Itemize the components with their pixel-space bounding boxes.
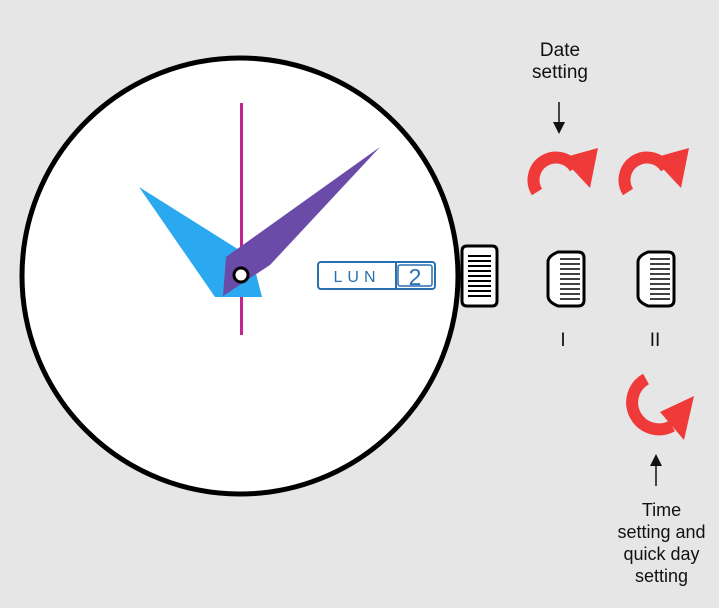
time-setting-label-line2: setting and bbox=[617, 522, 706, 542]
watch-dial: LUN 2 bbox=[19, 55, 461, 497]
time-setting-label: Time setting and quick day setting bbox=[604, 499, 719, 587]
date-setting-label-line2: setting bbox=[532, 62, 588, 83]
day-text: LUN bbox=[333, 269, 380, 286]
position-one-label: I bbox=[560, 330, 566, 351]
watch-setting-diagram: LUN 2 Date setting I II Time setting and… bbox=[0, 0, 719, 608]
counterclockwise-rotation-arrow-icon bbox=[626, 373, 694, 440]
crown-position-one-icon bbox=[546, 250, 586, 308]
time-setting-label-line4: setting bbox=[634, 566, 689, 586]
position-two-label: II bbox=[649, 330, 661, 351]
date-window: LUN 2 bbox=[317, 261, 436, 290]
date-text: 2 bbox=[409, 264, 422, 290]
center-pinion bbox=[232, 266, 250, 284]
date-setting-label-line1: Date bbox=[539, 40, 581, 61]
seconds-hand bbox=[240, 103, 243, 335]
crown-icon bbox=[460, 244, 499, 308]
time-setting-label-line1: Time bbox=[641, 500, 682, 520]
clockwise-rotation-arrow-icon bbox=[527, 148, 598, 196]
crown-position-two-icon bbox=[636, 250, 676, 308]
date-setting-label: Date setting bbox=[513, 40, 607, 84]
time-setting-label-line3: quick day bbox=[623, 544, 700, 564]
clockwise-rotation-arrow-icon-position-two bbox=[618, 148, 689, 196]
